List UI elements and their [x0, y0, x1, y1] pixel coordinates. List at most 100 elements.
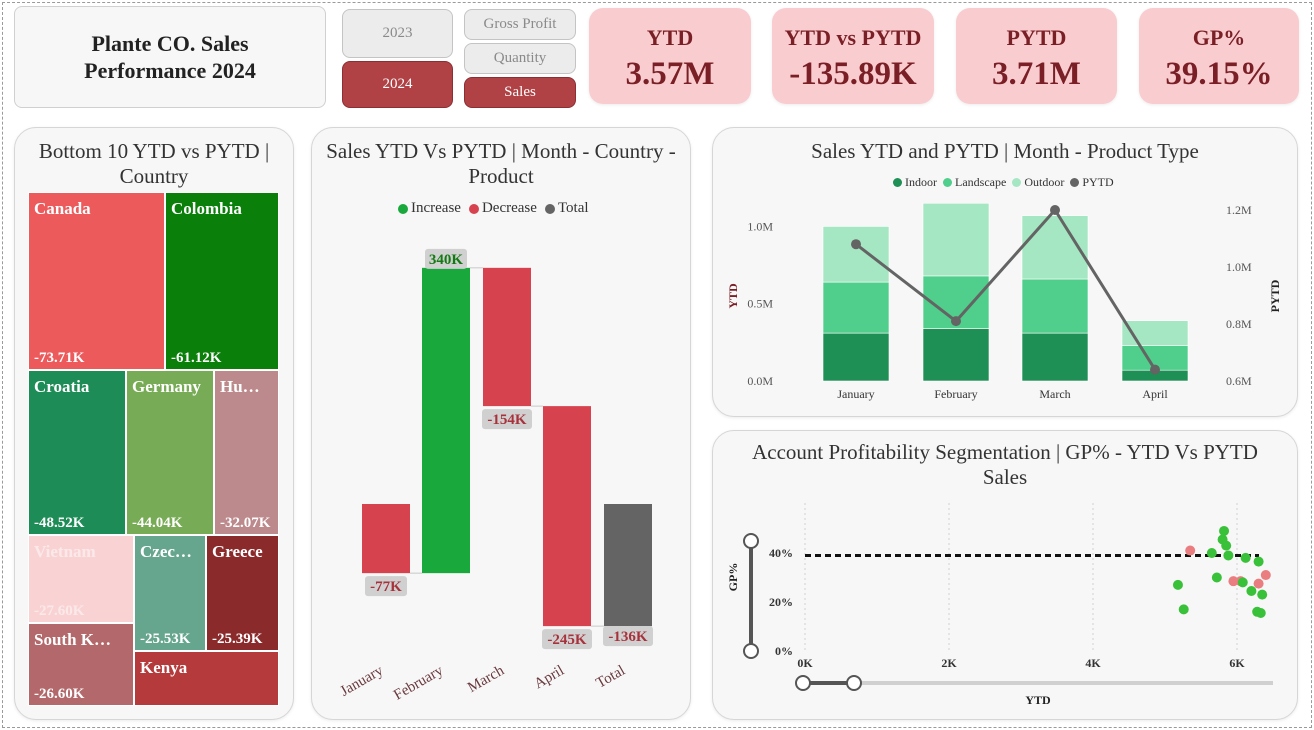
- waterfall-bar: [362, 504, 410, 574]
- treemap-cell[interactable]: Croatia -48.52K: [28, 370, 126, 535]
- y-tick-label: 1.0M: [747, 219, 773, 233]
- data-label: -154K: [487, 412, 526, 428]
- pytd-point: [1150, 364, 1160, 375]
- data-label: 340K: [429, 252, 464, 268]
- data-label: -136K: [608, 629, 647, 645]
- kpi-ytd-vs-pytd-card: YTD vs PYTD -135.89K: [772, 8, 934, 104]
- scatter-chart: 0K 2K 4K 6K 0% 20% 40% GP% YTD: [726, 503, 1273, 707]
- treemap-cell-value: -26.60K: [34, 686, 85, 702]
- category-label: January: [338, 662, 387, 699]
- treemap-cell-name: Czec…: [140, 542, 192, 561]
- x-axis-label: YTD: [1025, 693, 1051, 707]
- y2-tick-label: 1.2M: [1226, 203, 1252, 217]
- treemap-cell-value: -44.04K: [132, 515, 183, 531]
- treemap-cell[interactable]: Germany -44.04K: [126, 370, 214, 535]
- treemap-cell[interactable]: Colombia -61.12K: [165, 192, 279, 370]
- treemap-cell[interactable]: South K… -26.60K: [28, 623, 134, 706]
- pytd-line: [855, 207, 1157, 371]
- treemap-cell-name: Hu…: [220, 377, 260, 396]
- x-tick-label: 4K: [1085, 656, 1101, 670]
- y-tick-label: 0.0M: [747, 374, 773, 388]
- kpi-label: GP%: [1192, 25, 1246, 50]
- scatter-point: [1178, 604, 1189, 615]
- treemap-cell-name: South K…: [34, 630, 111, 649]
- data-label: -77K: [370, 579, 402, 595]
- category-label: Total: [593, 663, 628, 692]
- scatter-point: [1219, 525, 1230, 536]
- y-range-slider-handle[interactable]: [743, 643, 759, 659]
- kpi-pytd-card: PYTD 3.71M: [956, 8, 1117, 104]
- treemap-cell-name: Colombia: [171, 199, 242, 218]
- stacked-bar-segment: [922, 202, 990, 277]
- combo-card: Sales YTD and PYTD | Month - Product Typ…: [712, 127, 1298, 417]
- treemap-cell[interactable]: Czec… -25.53K: [134, 535, 206, 651]
- sales-button[interactable]: Sales: [464, 77, 576, 108]
- kpi-value: 3.71M: [992, 56, 1081, 92]
- treemap-title: Bottom 10 YTD vs PYTD | Country: [38, 139, 270, 188]
- waterfall-chart: -77K January 340K February -154K March -245K Ap…: [338, 248, 653, 704]
- kpi-gp-percent-card: GP% 39.15%: [1139, 8, 1299, 104]
- scatter-point: [1206, 548, 1217, 558]
- y2-tick-label: 0.6M: [1226, 374, 1252, 388]
- y-axis-label: YTD: [726, 283, 740, 309]
- scatter-point: [1237, 577, 1248, 588]
- combo-chart: 0.0M 0.5M 1.0M 0.6M 0.8M 1.0M 1.2M YTD PYTD Janua…: [726, 202, 1282, 401]
- scatter-point: [1255, 608, 1266, 619]
- page-title: Plante CO. Sales Performance 2024: [14, 6, 326, 108]
- year-2023-button[interactable]: 2023: [342, 9, 453, 58]
- y-tick-label: 0%: [775, 644, 793, 658]
- kpi-value: -135.89K: [789, 56, 917, 92]
- y-range-slider-handle[interactable]: [743, 533, 759, 549]
- y-tick-label: 0.5M: [747, 297, 773, 311]
- stacked-bar-segment: [822, 281, 890, 334]
- data-label: -245K: [547, 632, 586, 648]
- pytd-point: [951, 316, 961, 327]
- kpi-label: PYTD: [1006, 25, 1067, 50]
- waterfall-bar: [483, 267, 531, 407]
- treemap-cell-name: Canada: [34, 199, 91, 218]
- stacked-bar-segment: [1021, 332, 1089, 382]
- waterfall-bar: [543, 406, 591, 627]
- category-label: February: [391, 662, 446, 703]
- treemap-cell-name: Vietnam: [34, 542, 96, 561]
- kpi-label: YTD: [646, 25, 694, 50]
- category-label: March: [465, 662, 507, 696]
- scatter-card: Account Profitability Segmentation | GP%…: [712, 430, 1298, 720]
- x-range-slider-handle[interactable]: [795, 675, 811, 691]
- scatter-point: [1257, 589, 1268, 600]
- treemap-cell-value: -25.39K: [212, 631, 263, 647]
- y2-axis-label: PYTD: [1268, 279, 1282, 312]
- treemap-cell-name: Croatia: [34, 377, 90, 396]
- treemap-cell[interactable]: Canada -73.71K: [28, 192, 165, 370]
- x-tick-label: 0K: [797, 656, 813, 670]
- treemap-cell[interactable]: Kenya: [134, 651, 279, 706]
- pytd-point: [851, 239, 861, 250]
- category-label: February: [934, 387, 977, 401]
- treemap-cell[interactable]: Vietnam -27.60K: [28, 535, 134, 623]
- treemap-cell-name: Greece: [212, 542, 263, 561]
- scatter-point: [1211, 572, 1222, 583]
- waterfall-bar: [604, 504, 652, 627]
- x-tick-label: 2K: [941, 656, 957, 670]
- year-2024-button[interactable]: 2024: [342, 61, 453, 108]
- treemap-cell[interactable]: Greece -25.39K: [206, 535, 279, 651]
- treemap-cell-value: -48.52K: [34, 515, 85, 531]
- gross-profit-button[interactable]: Gross Profit: [464, 9, 576, 40]
- waterfall-card: Sales YTD Vs PYTD | Month - Country - Pr…: [311, 127, 691, 720]
- y-tick-label: 40%: [769, 546, 793, 560]
- y-tick-label: 20%: [769, 595, 793, 609]
- scatter-point: [1172, 579, 1183, 590]
- x-range-slider-handle[interactable]: [846, 675, 862, 691]
- stacked-bar-segment: [922, 328, 990, 382]
- treemap-cell[interactable]: Hu… -32.07K: [214, 370, 279, 535]
- treemap-cell-value: -73.71K: [34, 350, 85, 366]
- treemap-cell-name: Germany: [132, 377, 201, 396]
- stacked-bar-segment: [822, 226, 890, 283]
- treemap-cell-value: -27.60K: [34, 603, 85, 619]
- category-label: January: [837, 387, 874, 401]
- y-axis-label: GP%: [726, 563, 740, 592]
- x-tick-label: 6K: [1229, 656, 1245, 670]
- quantity-button[interactable]: Quantity: [464, 43, 576, 74]
- treemap-cell-value: -32.07K: [220, 515, 271, 531]
- stacked-bar-segment: [822, 332, 890, 382]
